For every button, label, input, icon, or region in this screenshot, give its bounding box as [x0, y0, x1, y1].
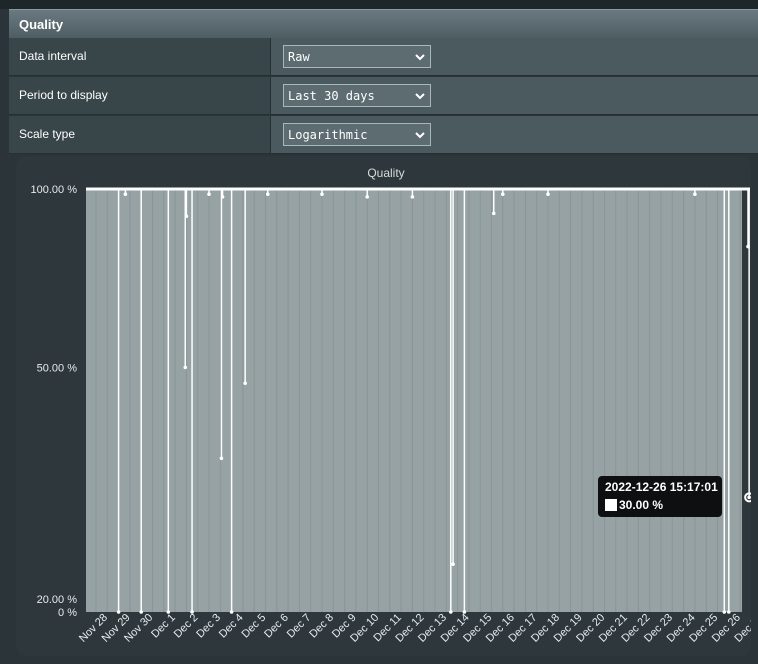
- data-point: [116, 610, 121, 614]
- data-point: [546, 192, 550, 197]
- data-point: [747, 495, 751, 500]
- chart-title: Quality: [367, 166, 404, 180]
- data-point: [183, 365, 188, 370]
- x-tick-label: Dec 1: [149, 612, 178, 641]
- y-tick-label: 50.00 %: [37, 362, 78, 374]
- data-point: [207, 192, 211, 197]
- data-point: [190, 610, 194, 614]
- quality-chart[interactable]: Quality100.00 %50.00 %20.00 %0 % Nov 28No…: [16, 156, 751, 656]
- x-tick-label: Dec 3: [194, 612, 223, 641]
- data-point: [462, 610, 467, 614]
- data-point: [220, 195, 225, 199]
- data-interval-select[interactable]: Raw: [283, 45, 431, 68]
- data-point: [491, 211, 496, 216]
- data-point: [320, 192, 324, 197]
- x-tick-label: Dec 7: [285, 612, 314, 641]
- tooltip-timestamp: 2022-12-26 15:17:01: [605, 480, 718, 494]
- chart-tooltip: 2022-12-26 15:17:01 30.00 %: [598, 476, 722, 517]
- x-tick-label: Dec 5: [240, 612, 269, 641]
- chart-panel: Quality 100.00 % 50.00 % 20.00 % 0 % Nov 28 No…: [16, 156, 751, 656]
- data-point: [501, 192, 505, 197]
- data-point: [449, 610, 453, 614]
- y-tick-label: 0 %: [58, 607, 77, 619]
- data-point: [123, 192, 128, 197]
- data-interval-label: Data interval: [19, 49, 87, 63]
- data-point: [727, 610, 731, 614]
- data-point: [243, 381, 247, 385]
- data-point: [451, 562, 455, 566]
- chevron-down-icon: [415, 132, 425, 139]
- data-point: [265, 192, 270, 197]
- tooltip-swatch: [605, 499, 617, 511]
- data-point: [166, 610, 171, 614]
- setting-row-period: Period to display Last 30 days: [9, 77, 758, 115]
- scale-type-label: Scale type: [19, 127, 76, 141]
- data-point: [184, 214, 189, 219]
- data-point: [722, 610, 727, 614]
- x-tick-label: Dec 4: [217, 612, 246, 641]
- setting-row-scale-type: Scale type Logarithmic: [9, 116, 758, 154]
- chevron-down-icon: [415, 93, 425, 100]
- y-tick-label: 100.00 %: [31, 184, 78, 196]
- x-tick-label: Dec 2: [172, 612, 201, 641]
- section-title: Quality: [19, 17, 64, 32]
- data-point: [365, 195, 370, 199]
- top-strip: [0, 0, 758, 9]
- chevron-down-icon: [415, 54, 425, 61]
- data-point: [693, 192, 697, 197]
- period-label: Period to display: [19, 88, 108, 102]
- y-tick-label: 20.00 %: [37, 594, 78, 606]
- data-point: [229, 610, 234, 614]
- setting-row-data-interval: Data interval Raw: [9, 38, 758, 76]
- x-tick-label: Dec 6: [262, 612, 291, 641]
- data-point: [219, 456, 224, 461]
- data-point: [139, 610, 143, 614]
- x-tick-label: Dec 8: [307, 612, 336, 641]
- plot-area: [86, 189, 742, 612]
- data-point: [410, 195, 415, 199]
- tooltip-value: 30.00 %: [619, 498, 664, 512]
- scale-type-select[interactable]: Logarithmic: [283, 123, 431, 146]
- period-select[interactable]: Last 30 days: [283, 84, 431, 107]
- section-header: Quality: [9, 9, 758, 38]
